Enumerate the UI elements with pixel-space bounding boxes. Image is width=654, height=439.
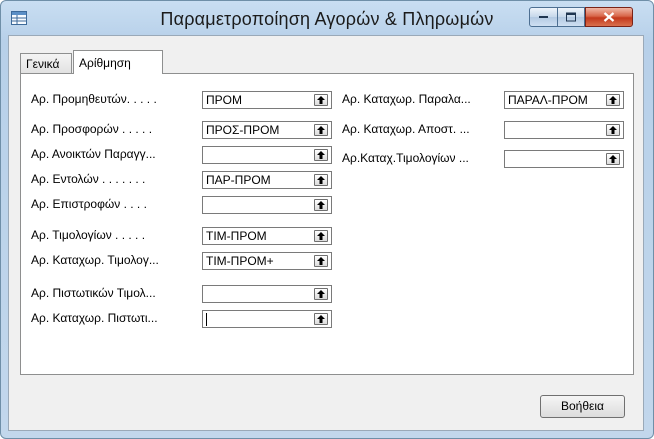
- posted-receipt-nos-label: Αρ. Καταχωρ. Παραλα...: [342, 92, 471, 106]
- posted-invoice-nos-label: Αρ. Καταχωρ. Τιμολογ...: [31, 253, 159, 267]
- vendor-nos-value: ΠΡΟΜ: [206, 93, 242, 107]
- text-caret: [206, 313, 207, 326]
- up-arrow-icon[interactable]: [314, 94, 328, 106]
- up-arrow-icon[interactable]: [606, 94, 620, 106]
- invoice-nos-label: Αρ. Τιμολογίων . . . . .: [31, 228, 146, 242]
- tab-panel-numbering: Αρ. Προμηθευτών. . . . . ΠΡΟΜ Αρ. Προσφο…: [20, 73, 634, 375]
- form-client-area: Γενικά Αρίθμηση Αρ. Προμηθευτών. . . . .…: [8, 35, 644, 431]
- title-bar[interactable]: Παραμετροποίηση Αγορών & Πληρωμών: [1, 1, 653, 37]
- tab-general[interactable]: Γενικά: [20, 53, 72, 73]
- blanket-order-nos-field[interactable]: [202, 146, 332, 164]
- posted-shipment-nos-field[interactable]: [504, 121, 624, 139]
- posted-credit-memo-nos-field[interactable]: [202, 310, 332, 328]
- credit-memo-nos-field[interactable]: [202, 285, 332, 303]
- close-button[interactable]: [585, 7, 633, 27]
- help-button[interactable]: Βοήθεια: [540, 395, 625, 418]
- up-arrow-icon[interactable]: [314, 174, 328, 186]
- up-arrow-icon[interactable]: [606, 153, 620, 165]
- posted-credit-memo-nos-label: Αρ. Καταχωρ. Πιστωτι...: [31, 311, 158, 325]
- maximize-icon: [566, 12, 576, 22]
- posted-prepmt-inv-nos-label: Αρ.Καταχ.Τιμολογίων ...: [342, 151, 469, 165]
- posted-shipment-nos-label: Αρ. Καταχωρ. Αποστ. ...: [342, 122, 470, 136]
- credit-memo-nos-label: Αρ. Πιστωτικών Τιμολ...: [31, 286, 156, 300]
- up-arrow-icon[interactable]: [314, 255, 328, 267]
- up-arrow-icon[interactable]: [314, 199, 328, 211]
- quote-nos-value: ΠΡΟΣ-ΠΡΟΜ: [206, 123, 280, 137]
- vendor-nos-label: Αρ. Προμηθευτών. . . . .: [31, 92, 157, 106]
- minimize-button[interactable]: [529, 7, 558, 27]
- quote-nos-label: Αρ. Προσφορών . . . . .: [31, 122, 153, 136]
- posted-invoice-nos-field[interactable]: ΤΙΜ-ΠΡΟΜ+: [202, 252, 332, 270]
- invoice-nos-value: ΤΙΜ-ΠΡΟΜ: [206, 229, 267, 243]
- up-arrow-icon[interactable]: [314, 124, 328, 136]
- up-arrow-icon[interactable]: [314, 230, 328, 242]
- blanket-order-nos-label: Αρ. Ανοικτών Παραγγ...: [31, 147, 156, 161]
- up-arrow-icon[interactable]: [314, 288, 328, 300]
- up-arrow-icon[interactable]: [314, 313, 328, 325]
- close-icon: [603, 12, 615, 22]
- order-nos-label: Αρ. Εντολών . . . . . . .: [31, 172, 146, 186]
- quote-nos-field[interactable]: ΠΡΟΣ-ΠΡΟΜ: [202, 121, 332, 139]
- minimize-icon: [538, 16, 548, 18]
- posted-prepmt-inv-nos-field[interactable]: [504, 150, 624, 168]
- purchases-payables-setup-window: Παραμετροποίηση Αγορών & Πληρωμών Γενικά…: [0, 0, 654, 439]
- return-order-nos-label: Αρ. Επιστροφών . . . .: [31, 197, 147, 211]
- vendor-nos-field[interactable]: ΠΡΟΜ: [202, 91, 332, 109]
- posted-receipt-nos-value: ΠΑΡΑΛ-ΠΡΟΜ: [508, 93, 588, 107]
- return-order-nos-field[interactable]: [202, 196, 332, 214]
- up-arrow-icon[interactable]: [606, 124, 620, 136]
- posted-invoice-nos-value: ΤΙΜ-ΠΡΟΜ+: [206, 254, 274, 268]
- maximize-button[interactable]: [558, 7, 585, 27]
- tab-numbering[interactable]: Αρίθμηση: [73, 50, 163, 74]
- posted-receipt-nos-field[interactable]: ΠΑΡΑΛ-ΠΡΟΜ: [504, 91, 624, 109]
- order-nos-field[interactable]: ΠΑΡ-ΠΡΟΜ: [202, 171, 332, 189]
- order-nos-value: ΠΑΡ-ΠΡΟΜ: [206, 173, 271, 187]
- up-arrow-icon[interactable]: [314, 149, 328, 161]
- invoice-nos-field[interactable]: ΤΙΜ-ΠΡΟΜ: [202, 227, 332, 245]
